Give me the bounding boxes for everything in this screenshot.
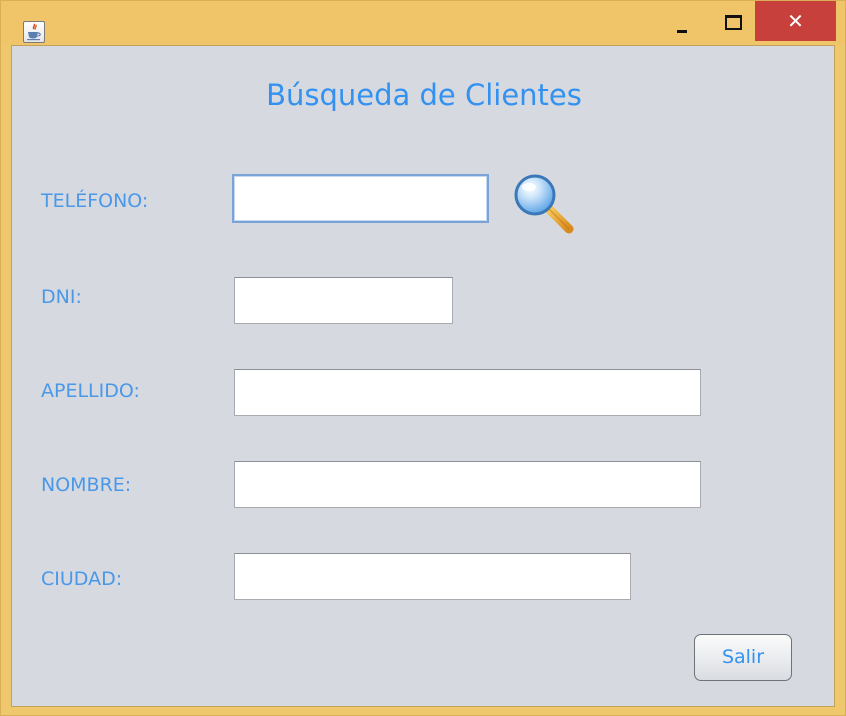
telefono-field[interactable] (232, 174, 489, 223)
nombre-field[interactable] (234, 461, 701, 508)
title-bar[interactable]: ✕ (1, 1, 845, 45)
close-icon: ✕ (787, 9, 804, 33)
java-cup-icon[interactable] (23, 21, 45, 43)
close-button[interactable]: ✕ (755, 1, 836, 41)
search-button[interactable] (509, 171, 577, 235)
apellido-label: APELLIDO: (41, 380, 140, 402)
ciudad-label: CIUDAD: (41, 568, 123, 590)
apellido-field[interactable] (234, 369, 701, 416)
ciudad-field[interactable] (234, 553, 631, 600)
maximize-icon (725, 15, 742, 30)
minimize-icon (677, 30, 687, 33)
exit-button[interactable]: Salir (694, 634, 792, 681)
dni-field[interactable] (234, 277, 453, 324)
magnifier-icon (514, 174, 574, 234)
maximize-button[interactable] (713, 1, 749, 45)
dni-label: DNI: (41, 286, 82, 308)
telefono-label: TELÉFONO: (41, 190, 149, 212)
page-title: Búsqueda de Clientes (266, 78, 582, 112)
minimize-button[interactable] (665, 1, 701, 45)
app-window: ✕ Búsqueda de Clientes TELÉFONO: DNI: AP… (0, 0, 846, 716)
nombre-label: NOMBRE: (41, 474, 132, 496)
